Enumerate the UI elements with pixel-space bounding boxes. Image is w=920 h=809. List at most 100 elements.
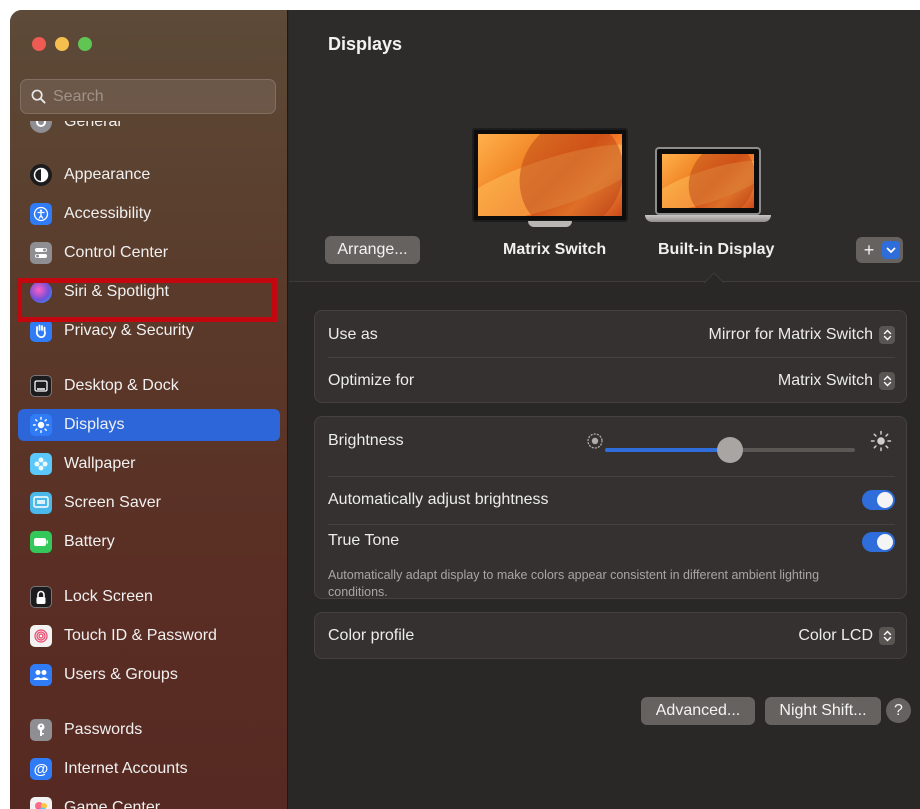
- auto-brightness-toggle[interactable]: [862, 490, 895, 510]
- sidebar-item-screen-saver[interactable]: Screen Saver: [18, 487, 280, 519]
- hand-icon: [30, 320, 52, 342]
- sidebar-item-game-center[interactable]: Game Center: [18, 792, 280, 809]
- true-tone-toggle[interactable]: [862, 532, 895, 552]
- auto-brightness-row: Automatically adjust brightness: [328, 476, 895, 524]
- key-icon: [30, 719, 52, 741]
- wallpaper-thumbnail: [478, 134, 622, 216]
- control-center-icon: [30, 242, 52, 264]
- minimize-button[interactable]: [55, 37, 69, 51]
- sidebar-item-label: Wallpaper: [64, 455, 136, 472]
- color-profile-label: Color profile: [328, 626, 415, 644]
- sidebar-item-label: Control Center: [64, 244, 169, 261]
- search-icon: [31, 89, 46, 104]
- chevron-down-icon[interactable]: [882, 241, 900, 259]
- sidebar-item-users-groups[interactable]: Users & Groups: [18, 659, 280, 691]
- color-profile-select[interactable]: Color LCD: [798, 626, 895, 645]
- sidebar-item-wallpaper[interactable]: Wallpaper: [18, 448, 280, 480]
- auto-brightness-label: Automatically adjust brightness: [328, 491, 549, 508]
- optimize-for-row: Optimize for Matrix Switch: [328, 357, 895, 405]
- lock-icon: [30, 586, 52, 608]
- sidebar-item-label: Desktop & Dock: [64, 377, 179, 394]
- sidebar: General Appearance Accessibility Control…: [10, 10, 288, 809]
- wallpaper-icon: [30, 453, 52, 475]
- sun-icon: [30, 414, 52, 436]
- game-center-icon: [30, 797, 52, 809]
- siri-icon: [30, 281, 52, 303]
- brightness-label: Brightness: [328, 432, 404, 449]
- battery-icon: [30, 531, 52, 553]
- advanced-button[interactable]: Advanced...: [641, 697, 755, 725]
- sidebar-item-label: Accessibility: [64, 205, 152, 222]
- true-tone-row: True Tone: [328, 527, 895, 559]
- sidebar-item-label: Battery: [64, 533, 115, 550]
- sidebar-item-label: Appearance: [64, 166, 151, 183]
- dock-icon: [30, 375, 52, 397]
- sidebar-item-label: Privacy & Security: [64, 322, 194, 339]
- sidebar-item-privacy-security[interactable]: Privacy & Security: [18, 315, 280, 347]
- use-as-label: Use as: [328, 326, 378, 343]
- screen-saver-icon: [30, 492, 52, 514]
- appearance-icon: [30, 164, 52, 186]
- optimize-for-select[interactable]: Matrix Switch: [778, 372, 895, 390]
- sidebar-item-touch-id-password[interactable]: Touch ID & Password: [18, 620, 280, 652]
- use-as-select[interactable]: Mirror for Matrix Switch: [709, 326, 895, 344]
- fingerprint-icon: [30, 625, 52, 647]
- updown-chevron-icon: [879, 626, 895, 645]
- sidebar-item-label: General: [64, 121, 121, 130]
- true-tone-label: True Tone: [328, 532, 400, 549]
- help-button[interactable]: ?: [886, 698, 911, 723]
- use-as-value: Mirror for Matrix Switch: [708, 326, 873, 343]
- optimize-for-label: Optimize for: [328, 372, 415, 389]
- arrange-button[interactable]: Arrange...: [325, 236, 420, 264]
- monitor-label-built-in-display[interactable]: Built-in Display: [658, 241, 774, 259]
- brightness-slider-knob[interactable]: [717, 437, 743, 463]
- close-button[interactable]: [32, 37, 46, 51]
- sidebar-item-battery[interactable]: Battery: [18, 526, 280, 558]
- search-input[interactable]: [53, 87, 253, 106]
- wallpaper-thumbnail: [662, 154, 754, 208]
- sun-large-icon: [870, 430, 892, 452]
- sidebar-item-displays[interactable]: Displays: [18, 409, 280, 441]
- optimize-for-value: Matrix Switch: [777, 372, 873, 389]
- sidebar-item-label: Siri & Spotlight: [64, 283, 169, 300]
- night-shift-button[interactable]: Night Shift...: [765, 697, 881, 725]
- add-display-button[interactable]: +: [856, 237, 903, 263]
- monitor-label-matrix-switch[interactable]: Matrix Switch: [503, 241, 606, 259]
- laptop-base: [645, 215, 771, 222]
- sidebar-item-desktop-dock[interactable]: Desktop & Dock: [18, 370, 280, 402]
- sidebar-item-general[interactable]: General: [18, 121, 280, 138]
- color-profile-value: Color LCD: [798, 626, 873, 644]
- sidebar-item-label: Displays: [64, 416, 125, 433]
- sidebar-item-passwords[interactable]: Passwords: [18, 714, 280, 746]
- sidebar-item-label: Touch ID & Password: [64, 627, 217, 644]
- color-profile-row: Color profile Color LCD: [328, 613, 895, 658]
- monitor-screen: [472, 128, 628, 222]
- sun-small-icon: [587, 433, 603, 449]
- search-field[interactable]: [20, 79, 276, 114]
- window-controls: [32, 37, 92, 51]
- sidebar-item-label: Lock Screen: [64, 588, 153, 605]
- gear-icon: [30, 121, 52, 133]
- brightness-card: Brightness Automatically adjust brightne…: [314, 416, 907, 599]
- at-icon: @: [30, 758, 52, 780]
- display-arrangement-area: Displays Arrange... Matrix Switch Built-…: [289, 10, 920, 283]
- selection-caret-icon: [704, 272, 724, 283]
- users-icon: [30, 664, 52, 686]
- brightness-row: Brightness: [328, 417, 895, 465]
- sidebar-item-lock-screen[interactable]: Lock Screen: [18, 581, 280, 613]
- sidebar-item-siri-spotlight[interactable]: Siri & Spotlight: [18, 276, 280, 308]
- sidebar-item-internet-accounts[interactable]: @ Internet Accounts: [18, 753, 280, 785]
- laptop-screen: [655, 147, 761, 215]
- sidebar-item-appearance[interactable]: Appearance: [18, 159, 280, 191]
- sidebar-item-label: Internet Accounts: [64, 760, 188, 777]
- monitor-matrix-switch[interactable]: [472, 128, 628, 227]
- true-tone-description: Automatically adapt display to make colo…: [328, 568, 820, 599]
- accessibility-icon: [30, 203, 52, 225]
- sidebar-item-accessibility[interactable]: Accessibility: [18, 198, 280, 230]
- sidebar-item-label: Users & Groups: [64, 666, 178, 683]
- sidebar-item-control-center[interactable]: Control Center: [18, 237, 280, 269]
- plus-icon: +: [863, 239, 875, 260]
- monitor-stand: [528, 221, 572, 227]
- zoom-button[interactable]: [78, 37, 92, 51]
- sidebar-list: General Appearance Accessibility Control…: [10, 121, 288, 809]
